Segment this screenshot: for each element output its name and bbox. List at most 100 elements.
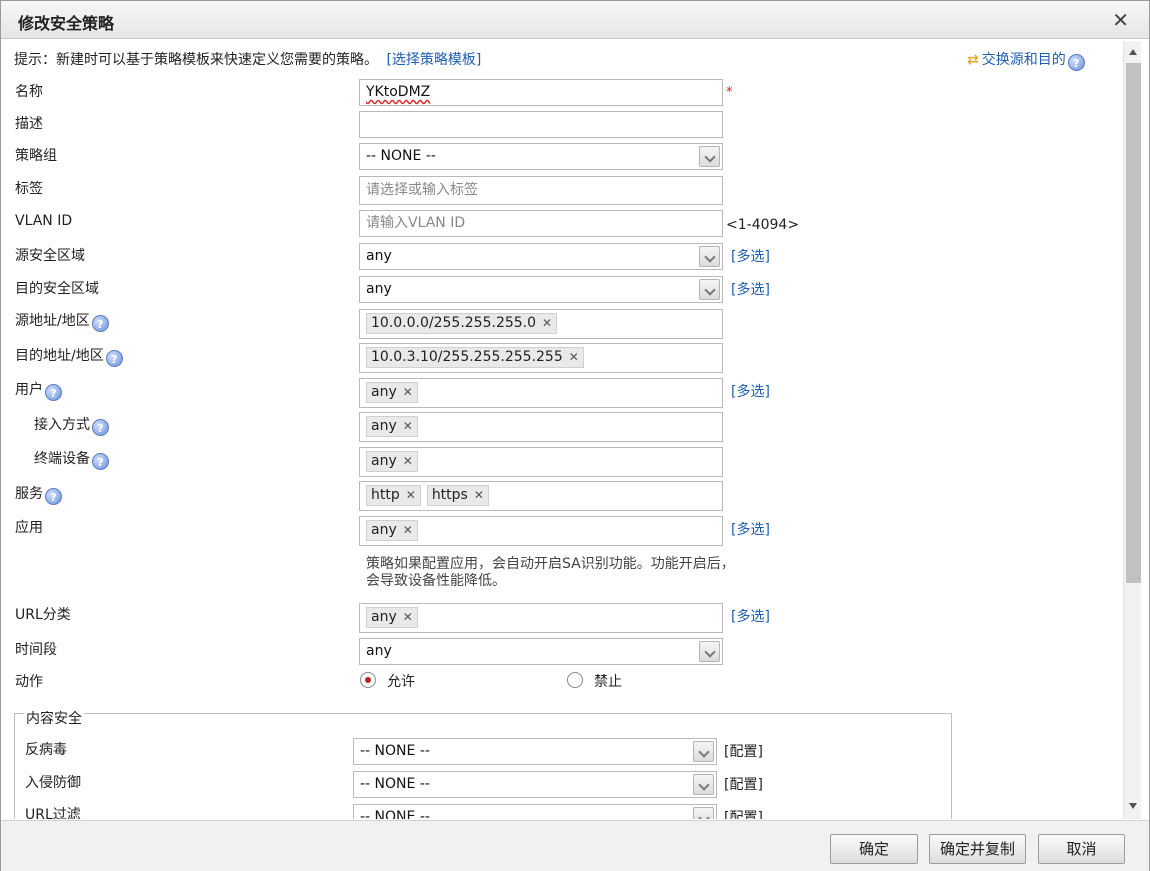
- url-tagbox[interactable]: any ✕: [359, 603, 723, 633]
- src-addr-tag-text: 10.0.0.0/255.255.255.0: [371, 315, 537, 331]
- vlan-label: VLAN ID: [15, 213, 73, 229]
- dialog-title: 修改安全策略: [18, 14, 115, 33]
- close-icon[interactable]: ✕: [406, 486, 416, 505]
- help-icon[interactable]: ?: [1067, 54, 1085, 71]
- dialog: 修改安全策略 ✕ 提示：新建时可以基于策略模板来快速定义您需要的策略。 [选择策…: [0, 0, 1150, 871]
- service-tag-text: https: [431, 487, 468, 503]
- deny-radio-label: 禁止: [594, 674, 622, 690]
- close-icon[interactable]: ✕: [569, 348, 579, 367]
- chevron-down-icon[interactable]: [699, 279, 720, 300]
- terminal-tagbox[interactable]: any ✕: [359, 447, 723, 477]
- select-template-link[interactable]: [选择策略模板]: [386, 52, 481, 68]
- chevron-down-icon[interactable]: [693, 807, 714, 819]
- vertical-scrollbar[interactable]: [1123, 41, 1141, 819]
- app-multi-link[interactable]: [多选]: [731, 519, 770, 539]
- close-icon[interactable]: ✕: [474, 486, 484, 505]
- chevron-down-icon[interactable]: [699, 146, 720, 167]
- antivirus-select[interactable]: -- NONE --: [353, 738, 717, 765]
- close-icon[interactable]: ✕: [403, 452, 413, 471]
- allow-radio[interactable]: [360, 672, 376, 688]
- desc-label: 描述: [15, 116, 43, 132]
- url-label: URL分类: [15, 607, 71, 623]
- antivirus-config-link[interactable]: [配置]: [724, 741, 763, 761]
- allow-radio-label: 允许: [387, 674, 415, 690]
- swap-icon: ⇄: [967, 52, 979, 68]
- dst-addr-tagbox[interactable]: 10.0.3.10/255.255.255.255 ✕: [359, 343, 723, 373]
- user-label-text: 用户: [15, 382, 43, 398]
- src-addr-tagbox[interactable]: 10.0.0.0/255.255.255.0 ✕: [359, 309, 723, 339]
- dialog-footer: 确定 确定并复制 取消: [1, 820, 1149, 871]
- help-icon[interactable]: ?: [91, 315, 109, 332]
- dst-zone-select[interactable]: any: [359, 276, 723, 303]
- group-select[interactable]: -- NONE --: [359, 143, 723, 170]
- access-tag: any ✕: [366, 416, 418, 437]
- ok-button[interactable]: 确定: [830, 834, 918, 864]
- close-icon[interactable]: ✕: [403, 417, 413, 436]
- cancel-button[interactable]: 取消: [1038, 834, 1125, 864]
- url-filter-select[interactable]: -- NONE --: [353, 804, 717, 819]
- service-tag-text: http: [371, 487, 400, 503]
- time-select[interactable]: any: [359, 638, 723, 665]
- ok-copy-button[interactable]: 确定并复制: [929, 834, 1026, 864]
- ips-select[interactable]: -- NONE --: [353, 771, 717, 798]
- vlan-input[interactable]: 请输入VLAN ID: [359, 210, 723, 237]
- dst-zone-multi-link[interactable]: [多选]: [731, 279, 770, 299]
- dst-zone-value: any: [366, 281, 392, 297]
- help-icon[interactable]: ?: [105, 350, 123, 367]
- chevron-down-icon[interactable]: [693, 741, 714, 762]
- chevron-down-icon[interactable]: [693, 774, 714, 795]
- chevron-down-icon[interactable]: [699, 246, 720, 267]
- url-filter-label: URL过滤: [25, 807, 81, 819]
- service-label: 服务?: [15, 483, 62, 505]
- tag-input[interactable]: 请选择或输入标签: [359, 176, 723, 205]
- scrollbar-thumb[interactable]: [1126, 63, 1141, 583]
- deny-radio[interactable]: [567, 672, 583, 688]
- src-zone-multi-link[interactable]: [多选]: [731, 246, 770, 266]
- help-icon[interactable]: ?: [45, 384, 62, 401]
- url-filter-config-link[interactable]: [配置]: [724, 807, 763, 819]
- scroll-up-icon[interactable]: [1129, 49, 1137, 55]
- help-icon[interactable]: ?: [92, 419, 109, 436]
- name-input[interactable]: YKtoDMZ: [359, 79, 723, 106]
- chevron-down-icon[interactable]: [699, 641, 720, 662]
- help-icon[interactable]: ?: [92, 453, 109, 470]
- tag-label: 标签: [15, 181, 43, 197]
- content-security-legend: 内容安全: [24, 708, 84, 728]
- url-multi-link[interactable]: [多选]: [731, 606, 770, 626]
- dialog-titlebar: 修改安全策略 ✕: [1, 1, 1149, 39]
- antivirus-label: 反病毒: [25, 742, 67, 758]
- ips-config-link[interactable]: [配置]: [724, 774, 763, 794]
- dst-addr-label: 目的地址/地区?: [15, 345, 123, 367]
- group-label: 策略组: [15, 148, 57, 164]
- name-label: 名称: [15, 84, 43, 100]
- dst-addr-tag: 10.0.3.10/255.255.255.255 ✕: [366, 347, 584, 368]
- dst-zone-label: 目的安全区域: [15, 281, 99, 297]
- service-tagbox[interactable]: http ✕ https ✕: [359, 481, 723, 511]
- tip-text: 提示：新建时可以基于策略模板来快速定义您需要的策略。: [14, 52, 378, 68]
- tip-row: 提示：新建时可以基于策略模板来快速定义您需要的策略。 [选择策略模板]: [14, 49, 481, 69]
- access-tagbox[interactable]: any ✕: [359, 412, 723, 442]
- scroll-down-icon[interactable]: [1129, 803, 1137, 809]
- close-icon[interactable]: ✕: [1112, 8, 1129, 32]
- app-tagbox[interactable]: any ✕: [359, 516, 723, 546]
- time-value: any: [366, 643, 392, 659]
- url-tag-text: any: [371, 609, 397, 625]
- src-zone-select[interactable]: any: [359, 243, 723, 270]
- time-label: 时间段: [15, 642, 57, 658]
- ips-label: 入侵防御: [25, 775, 81, 791]
- close-icon[interactable]: ✕: [403, 521, 413, 540]
- help-icon[interactable]: ?: [45, 488, 62, 505]
- url-tag: any ✕: [366, 607, 418, 628]
- src-zone-label: 源安全区域: [15, 248, 85, 264]
- desc-input[interactable]: [359, 111, 723, 138]
- user-tagbox[interactable]: any ✕: [359, 378, 723, 408]
- close-icon[interactable]: ✕: [403, 608, 413, 627]
- swap-src-dst-link[interactable]: ⇄ 交换源和目的?: [967, 49, 1085, 71]
- close-icon[interactable]: ✕: [542, 314, 552, 333]
- vlan-range: <1-4094>: [726, 217, 800, 233]
- close-icon[interactable]: ✕: [403, 383, 413, 402]
- tag-placeholder: 请选择或输入标签: [366, 182, 478, 198]
- service-tag: http ✕: [366, 485, 421, 506]
- vlan-placeholder: 请输入VLAN ID: [366, 215, 466, 231]
- user-multi-link[interactable]: [多选]: [731, 381, 770, 401]
